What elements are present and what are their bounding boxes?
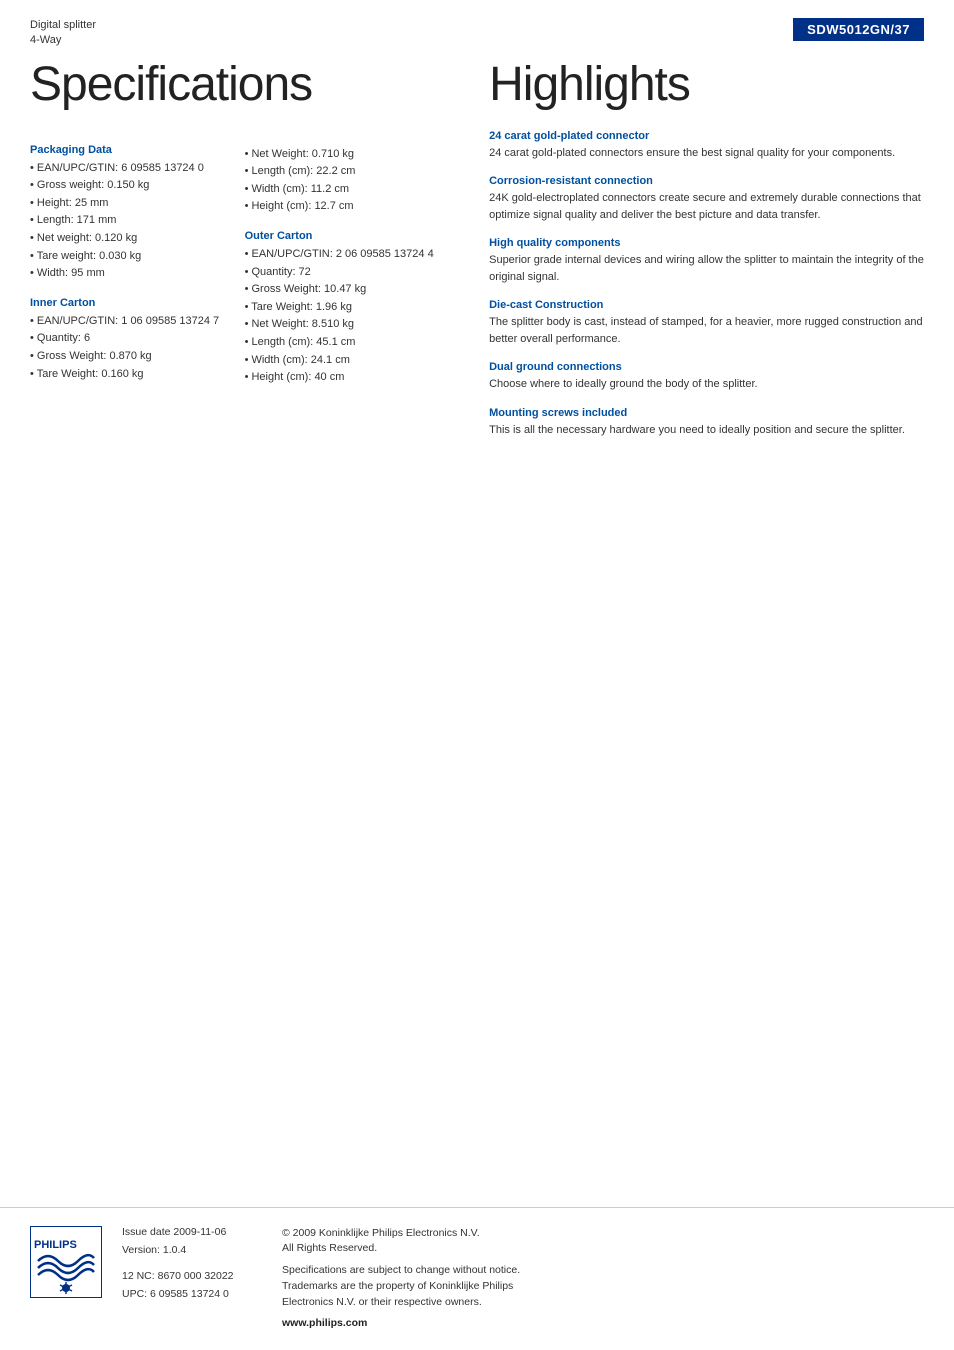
list-item: Width: 95 mm [30,265,225,283]
header: Digital splitter 4-Way SDW5012GN/37 [0,0,954,49]
product-variant: 4-Way [30,33,96,48]
highlight-heading-0: 24 carat gold-plated connector [489,130,924,142]
highlight-heading-2: High quality components [489,237,924,249]
list-item: Gross Weight: 10.47 kg [245,281,440,299]
outer-carton-heading: Outer Carton [245,230,440,242]
highlight-text-0: 24 carat gold-plated connectors ensure t… [489,145,924,162]
highlight-heading-1: Corrosion-resistant connection [489,175,924,187]
copyright-text: © 2009 Koninklijke Philips Electronics N… [282,1226,924,1258]
packaging-data-list: EAN/UPC/GTIN: 6 09585 13724 0 Gross weig… [30,160,225,283]
version-value: 1.0.4 [163,1244,186,1256]
list-item: Width (cm): 24.1 cm [245,352,440,370]
list-item: Height (cm): 40 cm [245,369,440,387]
packaging-data-heading: Packaging Data [30,144,225,156]
product-line: Digital splitter [30,18,96,33]
upc-value: 6 09585 13724 0 [150,1288,229,1300]
svg-text:PHILIPS: PHILIPS [34,1239,77,1251]
specs-col-right: Net Weight: 0.710 kg Length (cm): 22.2 c… [245,130,440,387]
highlight-heading-5: Mounting screws included [489,407,924,419]
unit-data-list: Net Weight: 0.710 kg Length (cm): 22.2 c… [245,146,440,216]
highlight-text-2: Superior grade internal devices and wiri… [489,252,924,285]
inner-carton-heading: Inner Carton [30,297,225,309]
list-item: Tare weight: 0.030 kg [30,248,225,266]
upc-row: UPC: 6 09585 13724 0 [122,1288,262,1300]
highlight-heading-4: Dual ground connections [489,361,924,373]
list-item: Quantity: 6 [30,330,225,348]
product-info: Digital splitter 4-Way [30,18,96,49]
list-item: Tare Weight: 1.96 kg [245,299,440,317]
list-item: Length (cm): 45.1 cm [245,334,440,352]
upc-label: UPC: [122,1288,147,1300]
list-item: Length (cm): 22.2 cm [245,163,440,181]
page: Digital splitter 4-Way SDW5012GN/37 Spec… [0,0,954,1350]
inner-carton-list: EAN/UPC/GTIN: 1 06 09585 13724 7 Quantit… [30,313,225,383]
highlight-text-1: 24K gold-electroplated connectors create… [489,190,924,223]
list-item: Net Weight: 0.710 kg [245,146,440,164]
outer-carton-list: EAN/UPC/GTIN: 2 06 09585 13724 4 Quantit… [245,246,440,387]
highlights-list: 24 carat gold-plated connector 24 carat g… [489,130,924,439]
highlight-text-5: This is all the necessary hardware you n… [489,422,924,439]
version-label: Version: [122,1244,160,1256]
disclaimer-text: Specifications are subject to change wit… [282,1263,924,1310]
list-item: Tare Weight: 0.160 kg [30,366,225,384]
nc-label: 12 NC: [122,1270,155,1282]
highlight-heading-3: Die-cast Construction [489,299,924,311]
highlight-text-3: The splitter body is cast, instead of st… [489,314,924,347]
model-badge: SDW5012GN/37 [793,18,924,41]
list-item: Width (cm): 11.2 cm [245,181,440,199]
highlights-title: Highlights [489,59,924,112]
website-row: www.philips.com [282,1316,924,1332]
issue-date-label: Issue date [122,1226,170,1238]
footer-meta: Issue date 2009-11-06 Version: 1.0.4 12 … [122,1226,262,1300]
list-item: Length: 171 mm [30,212,225,230]
list-item: Net Weight: 8.510 kg [245,316,440,334]
highlight-text-4: Choose where to ideally ground the body … [489,376,924,393]
list-item: Net weight: 0.120 kg [30,230,225,248]
footer-legal: © 2009 Koninklijke Philips Electronics N… [282,1226,924,1333]
list-item: EAN/UPC/GTIN: 6 09585 13724 0 [30,160,225,178]
main-content: Specifications Packaging Data EAN/UPC/GT… [0,59,954,440]
nc-row: 12 NC: 8670 000 32022 [122,1270,262,1282]
specs-columns: Packaging Data EAN/UPC/GTIN: 6 09585 137… [30,130,439,387]
specs-col-left: Packaging Data EAN/UPC/GTIN: 6 09585 137… [30,130,225,387]
philips-logo: PHILIPS [30,1226,102,1298]
issue-date-value: 2009-11-06 [173,1226,226,1238]
list-item: Height: 25 mm [30,195,225,213]
specifications-section: Specifications Packaging Data EAN/UPC/GT… [30,59,459,440]
highlights-section: Highlights 24 carat gold-plated connecto… [459,59,924,440]
issue-date-row: Issue date 2009-11-06 [122,1226,262,1238]
version-row: Version: 1.0.4 [122,1244,262,1256]
list-item: EAN/UPC/GTIN: 2 06 09585 13724 4 [245,246,440,264]
nc-value: 8670 000 32022 [158,1270,234,1282]
list-item: Quantity: 72 [245,264,440,282]
list-item: Gross weight: 0.150 kg [30,177,225,195]
footer: PHILIPS Issue date 2009-11-06 Version: [0,1207,954,1350]
specifications-title: Specifications [30,59,439,112]
website-link[interactable]: www.philips.com [282,1317,367,1329]
list-item: Height (cm): 12.7 cm [245,198,440,216]
list-item: Gross Weight: 0.870 kg [30,348,225,366]
list-item: EAN/UPC/GTIN: 1 06 09585 13724 7 [30,313,225,331]
